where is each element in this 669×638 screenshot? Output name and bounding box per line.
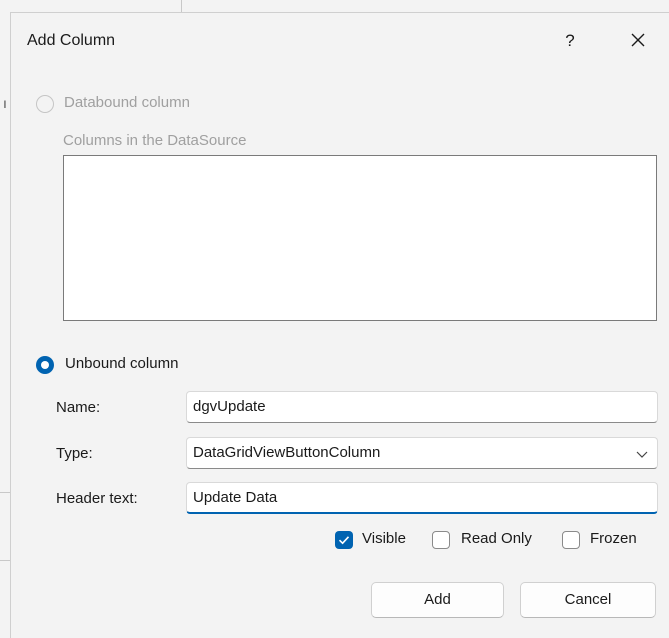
dialog-title: Add Column [27, 32, 116, 49]
help-button[interactable]: ? [559, 30, 581, 52]
background-divider [0, 492, 10, 493]
type-select-value: DataGridViewButtonColumn [193, 444, 381, 461]
unbound-column-radio[interactable] [36, 356, 54, 374]
datasource-columns-label: Columns in the DataSource [63, 132, 247, 149]
background-divider [0, 560, 10, 561]
type-select[interactable]: DataGridViewButtonColumn [186, 437, 658, 469]
add-button[interactable]: Add [371, 582, 504, 618]
name-field[interactable]: dgvUpdate [186, 391, 658, 423]
frozen-label: Frozen [590, 530, 637, 547]
read-only-label: Read Only [461, 530, 532, 547]
background-fragment: ı [3, 95, 7, 111]
cancel-button[interactable]: Cancel [520, 582, 656, 618]
add-column-dialog: Add Column ? Databound column Columns in… [10, 12, 669, 638]
title-bar: Add Column ? [11, 13, 669, 65]
datasource-columns-list[interactable] [63, 155, 657, 321]
checkmark-icon [338, 536, 350, 545]
close-icon [631, 33, 645, 47]
header-text-label: Header text: [56, 490, 138, 507]
databound-column-radio[interactable] [36, 95, 54, 113]
visible-label: Visible [362, 530, 406, 547]
read-only-checkbox[interactable] [432, 531, 450, 549]
unbound-column-label: Unbound column [65, 355, 179, 372]
name-label: Name: [56, 399, 101, 416]
databound-column-label: Databound column [64, 94, 190, 111]
visible-checkbox[interactable] [335, 531, 353, 549]
header-text-field[interactable]: Update Data [186, 482, 658, 514]
frozen-checkbox[interactable] [562, 531, 580, 549]
chevron-down-icon [636, 451, 648, 458]
close-button[interactable] [625, 27, 651, 53]
type-label: Type: [56, 445, 93, 462]
